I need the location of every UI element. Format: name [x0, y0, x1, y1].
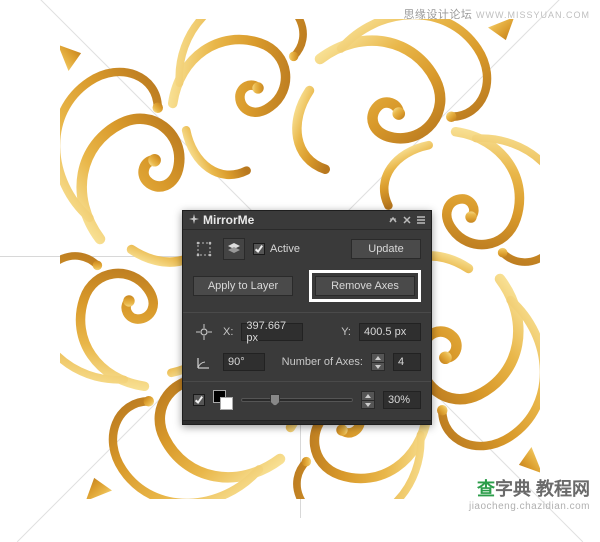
stepper-up-icon[interactable] — [371, 353, 385, 362]
remove-axes-button[interactable]: Remove Axes — [315, 276, 415, 296]
opacity-checkbox[interactable] — [193, 394, 205, 406]
position-icon — [193, 321, 215, 343]
stepper-down-icon[interactable] — [371, 362, 385, 371]
active-label[interactable]: Active — [270, 243, 300, 255]
x-label: X: — [223, 326, 233, 338]
x-input[interactable]: 397.667 px — [241, 323, 303, 341]
divider — [183, 381, 431, 382]
angle-input[interactable]: 90° — [223, 353, 265, 371]
swatch-icon[interactable] — [213, 390, 233, 410]
y-label: Y: — [341, 326, 351, 338]
y-input[interactable]: 400.5 px — [359, 323, 421, 341]
watermark-brand-1: 查 — [477, 479, 495, 499]
opacity-input[interactable]: 30% — [383, 391, 421, 409]
stepper-down-icon[interactable] — [361, 400, 375, 409]
active-checkbox[interactable] — [253, 243, 265, 255]
watermark-top-main: 思缘设计论坛 — [403, 9, 472, 21]
mirrorme-panel: MirrorMe Active — [182, 210, 432, 425]
slider-thumb-icon[interactable] — [270, 394, 280, 406]
remove-axes-highlight: Remove Axes — [309, 270, 421, 302]
panel-footer — [183, 420, 431, 424]
watermark-bottom: 查字典 教程网 jiaocheng.chazidian.com — [469, 475, 590, 512]
apply-to-layer-button[interactable]: Apply to Layer — [193, 276, 293, 296]
divider — [183, 312, 431, 313]
watermark-brand-3: 教程网 — [531, 479, 590, 499]
num-axes-stepper[interactable] — [371, 353, 385, 371]
panel-close-button[interactable] — [401, 214, 413, 226]
opacity-slider[interactable] — [241, 398, 353, 402]
watermark-top: 思缘设计论坛 WWW.MISSYUAN.COM — [403, 6, 590, 22]
selection-tool-icon[interactable] — [193, 238, 215, 260]
panel-collapse-button[interactable] — [387, 214, 399, 226]
layers-icon[interactable] — [223, 238, 245, 260]
stepper-up-icon[interactable] — [361, 391, 375, 400]
panel-menu-button[interactable] — [415, 214, 427, 226]
panel-title: MirrorMe — [203, 213, 254, 227]
panel-header: MirrorMe — [183, 211, 431, 230]
opacity-stepper[interactable] — [361, 391, 375, 409]
update-button[interactable]: Update — [351, 239, 421, 259]
panel-decor-icon — [189, 213, 199, 227]
watermark-bottom-sub: jiaocheng.chazidian.com — [469, 501, 590, 512]
watermark-top-sub: WWW.MISSYUAN.COM — [476, 10, 590, 20]
angle-icon — [193, 351, 215, 373]
num-axes-label: Number of Axes: — [282, 356, 363, 368]
watermark-brand-2: 字典 — [495, 479, 531, 499]
num-axes-input[interactable]: 4 — [393, 353, 421, 371]
